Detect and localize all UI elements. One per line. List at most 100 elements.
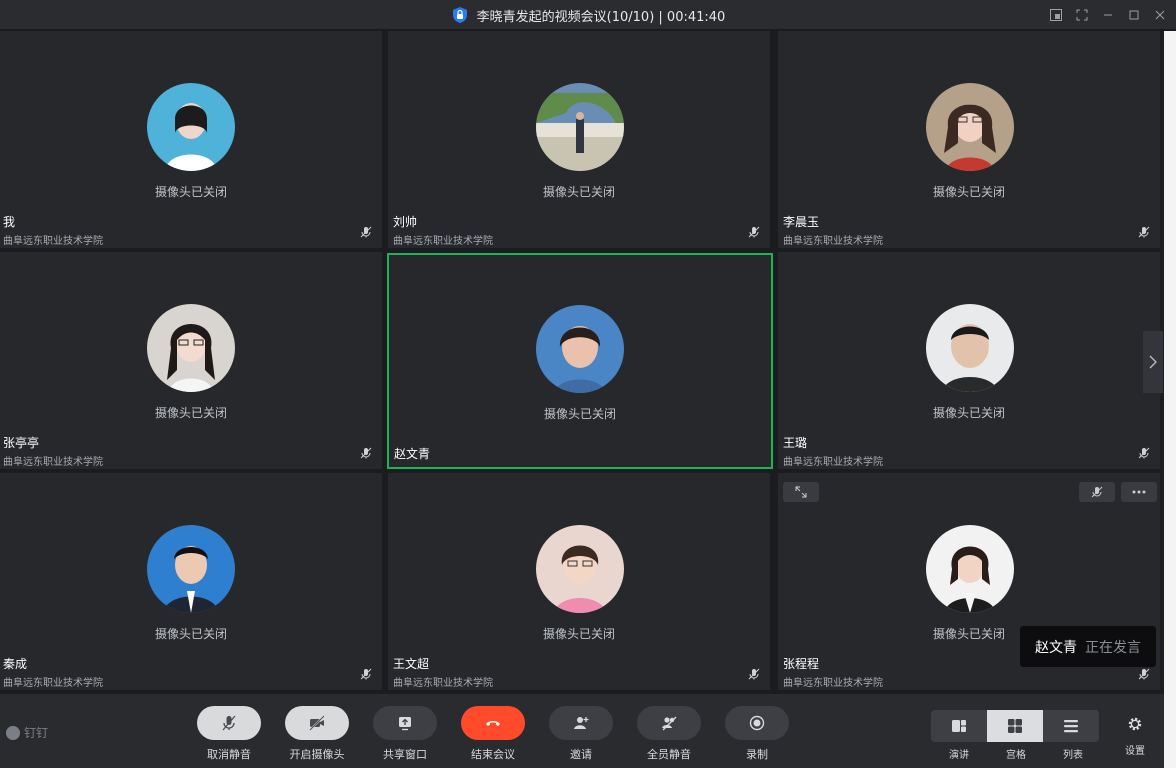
participant-org: 曲阜远东职业技术学院 — [3, 678, 103, 689]
video-grid: 摄像头已关闭 我 曲阜远东职业技术学院 摄像头已关闭 刘帅 曲阜远东职业技术学院… — [0, 31, 1164, 694]
settings-label: 设置 — [1125, 746, 1145, 757]
mic-muted-icon — [1091, 486, 1103, 498]
participant-name: 王文超 — [393, 657, 430, 671]
speaker-status: 正在发言 — [1085, 639, 1141, 656]
mic-muted-icon — [222, 715, 236, 731]
maximize-icon[interactable] — [1128, 9, 1140, 21]
expand-tile-button[interactable] — [783, 482, 819, 502]
mic-muted-icon — [748, 668, 760, 680]
camera-off-status: 摄像头已关闭 — [543, 407, 616, 421]
grid-layout-icon — [1008, 719, 1022, 733]
participant-name: 李晨玉 — [783, 215, 820, 229]
avatar — [926, 83, 1014, 171]
speaker-name: 赵文青 — [1035, 639, 1077, 656]
layout-speaker-button[interactable] — [931, 710, 987, 742]
invite-icon — [574, 717, 589, 729]
camera-off-icon — [309, 715, 325, 731]
speaker-layout-icon — [952, 720, 966, 732]
invite-button[interactable]: 邀请 — [549, 706, 613, 762]
list-layout-icon — [1064, 720, 1078, 733]
participant-name: 我 — [3, 215, 16, 229]
layout-grid-button[interactable] — [987, 710, 1043, 742]
participant-name: 刘帅 — [393, 215, 418, 229]
avatar — [147, 525, 235, 613]
avatar — [536, 525, 624, 613]
camera-off-status: 摄像头已关闭 — [542, 185, 615, 199]
record-button[interactable]: 录制 — [725, 706, 789, 762]
participant-name: 王璐 — [783, 436, 808, 450]
dingtalk-icon — [6, 725, 20, 740]
avatar — [926, 525, 1014, 613]
camera-off-status: 摄像头已关闭 — [154, 185, 227, 199]
minimize-icon[interactable] — [1102, 9, 1114, 21]
participant-name: 张亭亭 — [3, 436, 40, 450]
speaking-indicator: 赵文青 正在发言 — [1020, 626, 1156, 667]
gear-icon — [1128, 717, 1142, 731]
layout-grid-label: 宫格 — [1006, 750, 1026, 761]
meeting-title: 李晓青发起的视频会议(10/10) | 00:41:40 — [476, 9, 726, 25]
layout-list-label: 列表 — [1063, 750, 1083, 761]
participant-org: 曲阜远东职业技术学院 — [783, 678, 883, 689]
mic-muted-icon — [360, 447, 372, 459]
participant-name: 秦成 — [3, 657, 28, 671]
participant-org: 曲阜远东职业技术学院 — [393, 678, 493, 689]
camera-off-status: 摄像头已关闭 — [542, 627, 615, 641]
avatar — [147, 83, 235, 171]
more-icon — [1132, 490, 1146, 494]
avatar — [536, 305, 624, 393]
unmute-button[interactable]: 取消静音 — [197, 706, 261, 762]
participant-org: 曲阜远东职业技术学院 — [783, 457, 883, 468]
camera-off-status: 摄像头已关闭 — [154, 406, 227, 420]
participant-tile[interactable]: 摄像头已关闭 刘帅 曲阜远东职业技术学院 — [388, 31, 770, 248]
record-icon — [749, 715, 765, 731]
camera-off-status: 摄像头已关闭 — [932, 185, 1005, 199]
mute-participant-button[interactable] — [1079, 482, 1115, 502]
brand-label: 钉钉 — [24, 726, 49, 740]
participant-tile[interactable]: 摄像头已关闭 王文超 曲阜远东职业技术学院 — [388, 473, 770, 690]
mic-muted-icon — [1138, 447, 1150, 459]
avatar — [926, 304, 1014, 392]
secure-shield-icon — [452, 7, 467, 23]
mic-muted-icon — [360, 226, 372, 238]
participant-tile[interactable]: 摄像头已关闭 张亭亭 曲阜远东职业技术学院 — [0, 252, 382, 469]
meeting-toolbar: 钉钉 取消静音 开启摄像头 共享窗口 结束会议 邀请 全员静音 录制 演讲 宫格… — [0, 694, 1164, 768]
share-screen-icon — [399, 717, 411, 731]
layout-list-button[interactable] — [1043, 710, 1099, 742]
mic-muted-icon — [360, 668, 372, 680]
start-camera-button[interactable]: 开启摄像头 — [285, 706, 349, 762]
end-meeting-button[interactable]: 结束会议 — [461, 706, 525, 762]
mic-muted-icon — [748, 226, 760, 238]
avatar — [147, 304, 235, 392]
mute-all-icon — [662, 716, 677, 731]
participant-name: 张程程 — [783, 657, 820, 671]
participant-org: 曲阜远东职业技术学院 — [393, 236, 493, 247]
close-icon[interactable] — [1154, 9, 1166, 21]
mic-muted-icon — [1138, 226, 1150, 238]
brand-logo: 钉钉 — [6, 724, 48, 741]
expand-icon — [795, 486, 807, 498]
participant-tile[interactable]: 摄像头已关闭 我 曲阜远东职业技术学院 — [0, 31, 382, 248]
mic-muted-icon — [1138, 668, 1150, 680]
avatar — [536, 83, 624, 171]
participant-org: 曲阜远东职业技术学院 — [783, 236, 883, 247]
camera-off-status: 摄像头已关闭 — [932, 406, 1005, 420]
mute-all-button[interactable]: 全员静音 — [637, 706, 701, 762]
participant-org: 曲阜远东职业技术学院 — [3, 457, 103, 468]
active-speaker-tile[interactable]: 摄像头已关闭 赵文青 — [387, 253, 773, 469]
background-window-edge — [1164, 31, 1176, 768]
participant-tile[interactable]: 摄像头已关闭 秦成 曲阜远东职业技术学院 — [0, 473, 382, 690]
participant-tile[interactable]: 摄像头已关闭 李晨玉 曲阜远东职业技术学院 — [778, 31, 1160, 248]
participant-tile[interactable]: 摄像头已关闭 王璐 曲阜远东职业技术学院 — [778, 252, 1160, 469]
picture-in-picture-icon[interactable] — [1050, 9, 1062, 21]
layout-switcher — [931, 710, 1101, 742]
title-bar: 李晓青发起的视频会议(10/10) | 00:41:40 — [0, 0, 1176, 30]
fullscreen-icon[interactable] — [1076, 9, 1088, 21]
share-window-button[interactable]: 共享窗口 — [373, 706, 437, 762]
participant-org: 曲阜远东职业技术学院 — [3, 236, 103, 247]
settings-button[interactable]: 设置 — [1120, 716, 1150, 757]
chevron-right-icon — [1149, 355, 1157, 369]
more-options-button[interactable] — [1121, 482, 1157, 502]
end-call-icon — [486, 721, 500, 726]
layout-speaker-label: 演讲 — [949, 750, 969, 761]
next-page-button[interactable] — [1143, 331, 1163, 393]
